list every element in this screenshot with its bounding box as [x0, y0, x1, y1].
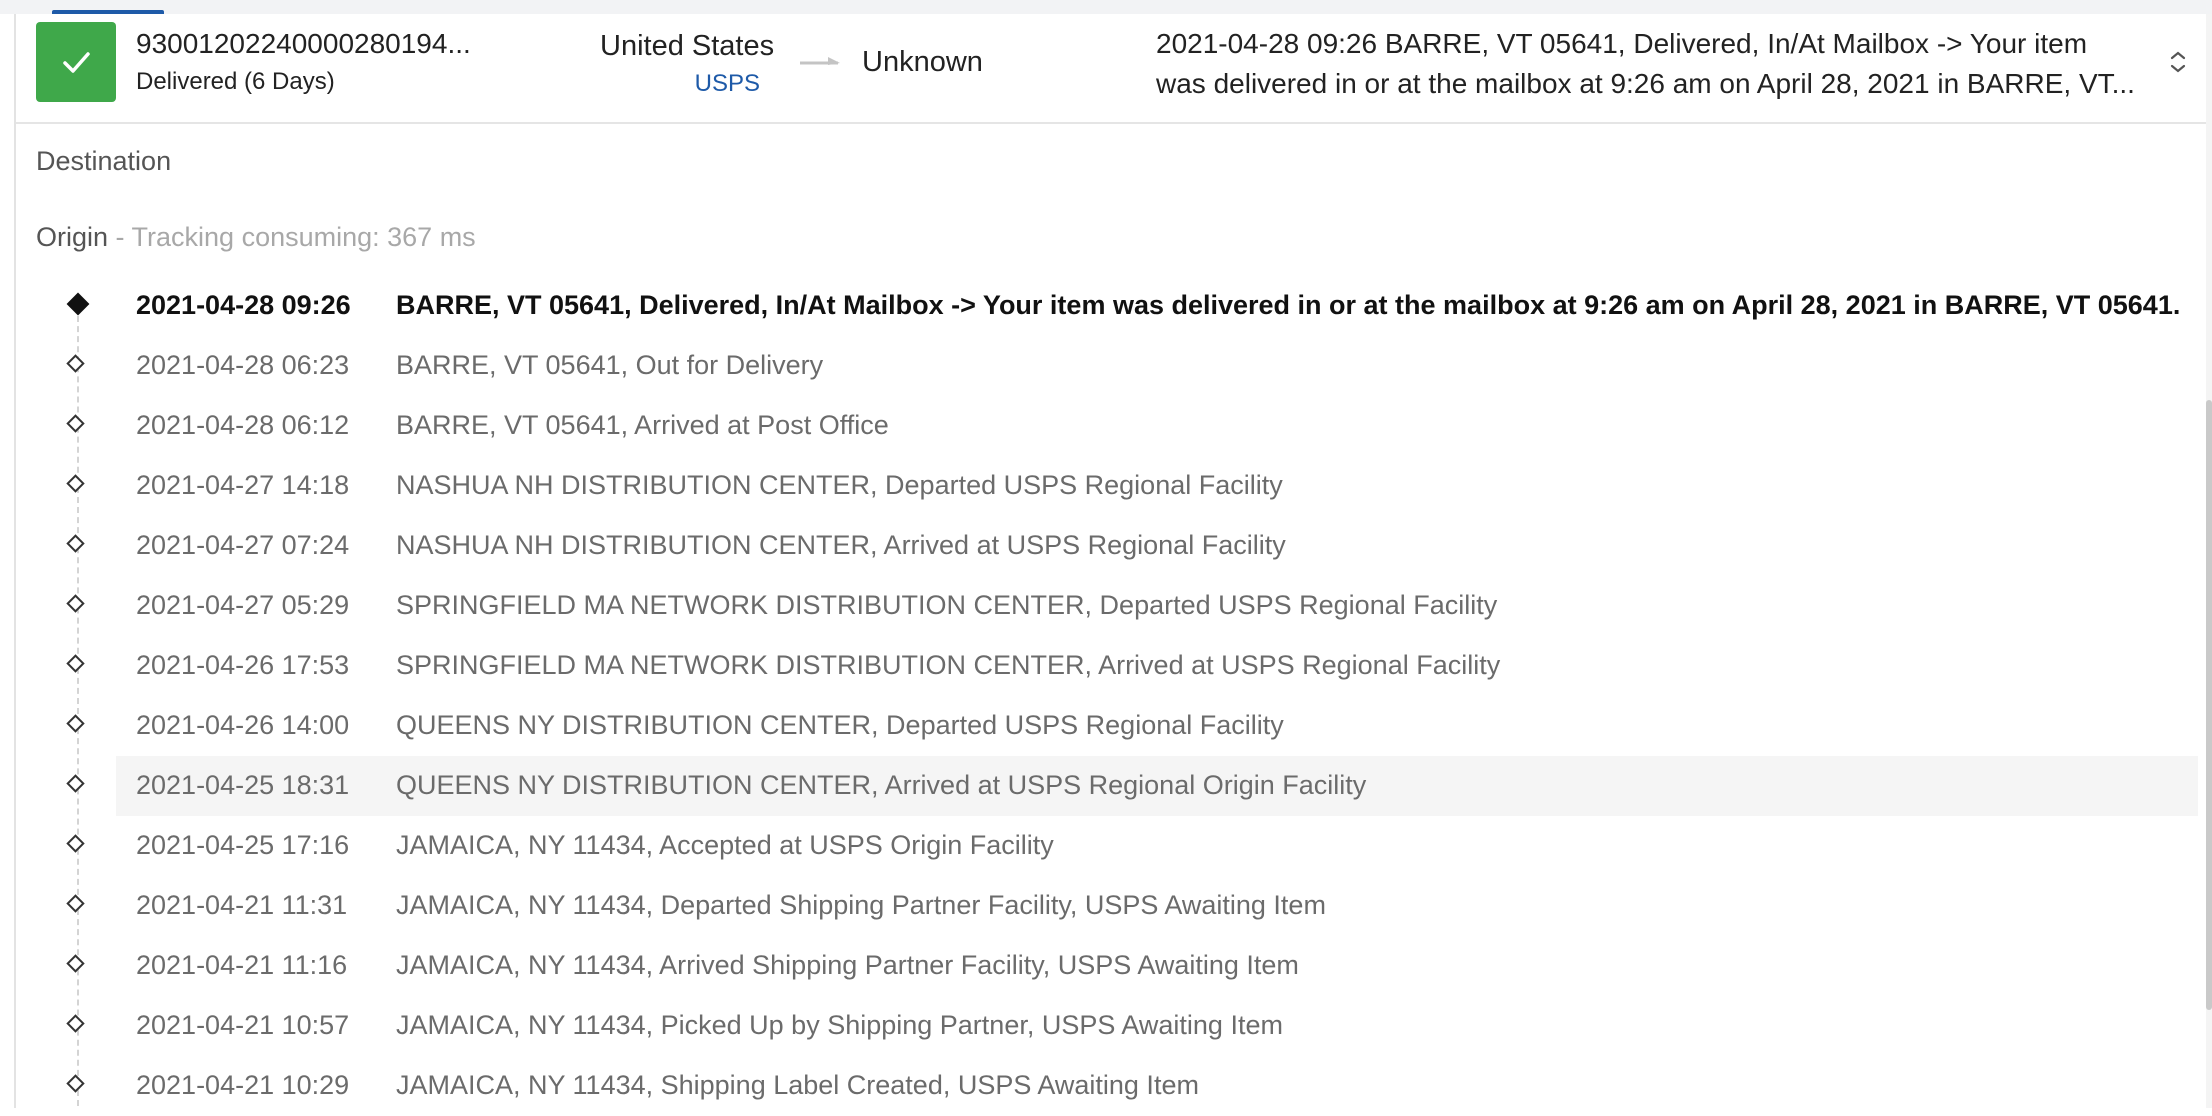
tracking-event-row: 2021-04-21 11:31 JAMAICA, NY 11434, Depa… — [0, 876, 2200, 936]
delivered-status-box — [36, 22, 116, 102]
diamond-icon — [66, 654, 85, 673]
diamond-icon — [66, 1074, 85, 1093]
tracking-event-row: 2021-04-28 06:23 BARRE, VT 05641, Out fo… — [0, 336, 2200, 396]
tracking-event-row-hovered: 2021-04-25 18:31 QUEENS NY DISTRIBUTION … — [0, 756, 2200, 816]
origin-country: United States — [600, 30, 775, 62]
diamond-icon — [66, 774, 85, 793]
tracking-event-row: 2021-04-25 17:16 JAMAICA, NY 11434, Acce… — [0, 816, 2200, 876]
event-time: 2021-04-28 06:12 — [136, 410, 350, 440]
delivery-status: Delivered (6 Days) — [136, 68, 335, 95]
event-time: 2021-04-21 11:16 — [136, 950, 348, 980]
tracking-event-row: 2021-04-21 10:57 JAMAICA, NY 11434, Pick… — [0, 996, 2200, 1056]
diamond-icon — [66, 954, 85, 973]
latest-event-line: 2021-04-28 09:26 BARRE, VT 05641, Delive… — [1156, 28, 2088, 59]
event-time: 2021-04-27 14:18 — [136, 470, 350, 500]
event-time: 2021-04-21 11:31 — [136, 890, 348, 920]
destination-country: Unknown — [862, 46, 983, 78]
diamond-icon — [66, 414, 85, 433]
event-description: SPRINGFIELD MA NETWORK DISTRIBUTION CENT… — [396, 650, 1501, 680]
tracking-event-row: 2021-04-21 11:16 JAMAICA, NY 11434, Arri… — [0, 936, 2200, 996]
event-time: 2021-04-21 10:57 — [136, 1010, 350, 1040]
event-time: 2021-04-27 05:29 — [136, 590, 350, 620]
event-time: 2021-04-25 18:31 — [136, 770, 350, 800]
event-time: 2021-04-28 06:23 — [136, 350, 350, 380]
tracking-event-row: 2021-04-27 05:29 SPRINGFIELD MA NETWORK … — [0, 576, 2200, 636]
top-tab-strip — [0, 0, 2212, 14]
shipment-summary-row[interactable]: 9300120224000028019­4... Delivered (6 Da… — [16, 14, 2206, 124]
origin-section-label: Origin — [36, 222, 109, 252]
chevron-up-icon[interactable] — [2162, 46, 2194, 78]
diamond-icon — [66, 534, 85, 553]
event-description: SPRINGFIELD MA NETWORK DISTRIBUTION CENT… — [396, 590, 1498, 620]
event-description: BARRE, VT 05641, Out for Delivery — [396, 350, 824, 380]
event-description: QUEENS NY DISTRIBUTION CENTER, Departed … — [396, 710, 1284, 740]
event-description: JAMAICA, NY 11434, Picked Up by Shipping… — [396, 1010, 1283, 1040]
event-description: JAMAICA, NY 11434, Arrived Shipping Part… — [396, 950, 1299, 980]
event-time: 2021-04-25 17:16 — [136, 830, 350, 860]
tracking-event-row: 2021-04-21 10:29 JAMAICA, NY 11434, Ship… — [0, 1056, 2200, 1116]
event-description: BARRE, VT 05641, Arrived at Post Office — [396, 410, 889, 440]
tracking-consuming-text: - Tracking consuming: 367 ms — [108, 222, 476, 252]
scrollbar-thumb[interactable] — [2206, 400, 2212, 1010]
event-time: 2021-04-26 14:00 — [136, 710, 350, 740]
event-time: 2021-04-21 10:29 — [136, 1070, 350, 1100]
tracking-event-row: 2021-04-27 14:18 NASHUA NH DISTRIBUTION … — [0, 456, 2200, 516]
diamond-icon — [66, 1014, 85, 1033]
tracking-event-row: 2021-04-28 09:26 BARRE, VT 05641, Delive… — [0, 276, 2200, 336]
diamond-icon — [66, 594, 85, 613]
tracking-event-row: 2021-04-26 14:00 QUEENS NY DISTRIBUTION … — [0, 696, 2200, 756]
origin-section-header: Origin - Tracking consuming: 367 ms — [36, 222, 476, 253]
diamond-icon — [66, 354, 85, 373]
event-description: JAMAICA, NY 11434, Shipping Label Create… — [396, 1070, 1199, 1100]
tracking-number[interactable]: 9300120224000028019­4... — [136, 28, 471, 60]
event-description: JAMAICA, NY 11434, Departed Shipping Par… — [396, 890, 1326, 920]
tracking-event-row: 2021-04-28 06:12 BARRE, VT 05641, Arrive… — [0, 396, 2200, 456]
event-description: BARRE, VT 05641, Delivered, In/At Mailbo… — [396, 290, 2181, 320]
arrow-right-icon — [800, 57, 840, 65]
event-time: 2021-04-26 17:53 — [136, 650, 350, 680]
tracking-event-row: 2021-04-26 17:53 SPRINGFIELD MA NETWORK … — [0, 636, 2200, 696]
event-description: NASHUA NH DISTRIBUTION CENTER, Departed … — [396, 470, 1283, 500]
event-description: QUEENS NY DISTRIBUTION CENTER, Arrived a… — [396, 770, 1367, 800]
destination-section-label: Destination — [36, 146, 172, 176]
diamond-icon — [66, 474, 85, 493]
filled-diamond-icon — [66, 292, 90, 316]
event-description: NASHUA NH DISTRIBUTION CENTER, Arrived a… — [396, 530, 1286, 560]
latest-event-line: was delivered in or at the mailbox at 9:… — [1156, 68, 2135, 99]
tracking-event-row: 2021-04-27 07:24 NASHUA NH DISTRIBUTION … — [0, 516, 2200, 576]
event-time: 2021-04-27 07:24 — [136, 530, 350, 560]
event-description: JAMAICA, NY 11434, Accepted at USPS Orig… — [396, 830, 1054, 860]
diamond-icon — [66, 714, 85, 733]
checkmark-icon — [63, 52, 90, 73]
latest-event-summary: 2021-04-28 09:26 BARRE, VT 05641, Delive… — [1156, 24, 2136, 104]
event-time: 2021-04-28 09:26 — [136, 290, 351, 320]
diamond-icon — [66, 894, 85, 913]
diamond-icon — [66, 834, 85, 853]
carrier-link[interactable]: USPS — [695, 70, 760, 98]
